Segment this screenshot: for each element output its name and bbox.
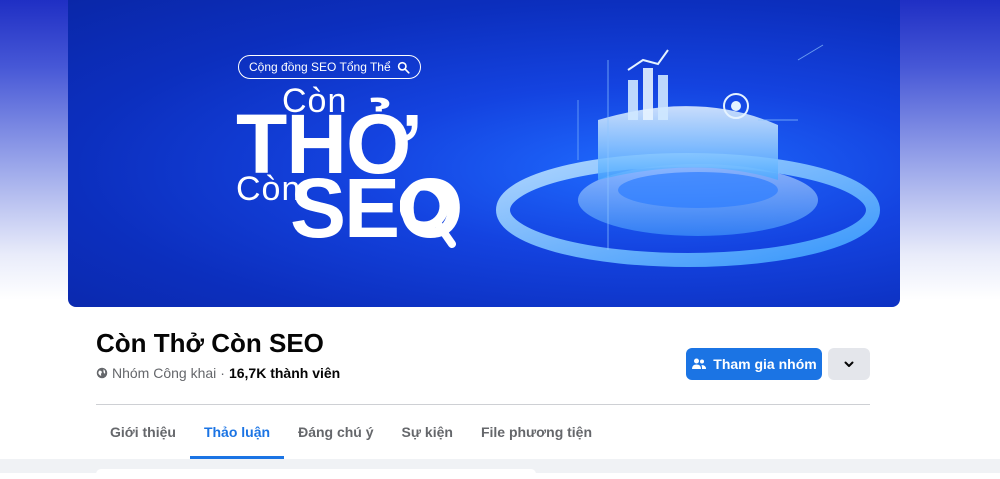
feed-area — [0, 459, 1000, 479]
more-options-button[interactable] — [828, 348, 870, 380]
group-meta: Nhóm Công khai · 16,7K thành viên — [96, 365, 340, 381]
tab-media[interactable]: File phương tiện — [467, 406, 606, 458]
tab-discussion[interactable]: Thảo luận — [189, 406, 285, 459]
seo-illustration — [496, 44, 880, 267]
cover-search-pill: Cộng đồng SEO Tổng Thể — [238, 55, 421, 79]
people-icon — [692, 358, 707, 369]
cover-pill-text: Cộng đồng SEO Tổng Thể — [249, 59, 391, 74]
tab-featured[interactable]: Đáng chú ý — [284, 406, 387, 458]
group-title[interactable]: Còn Thở Còn SEO — [96, 328, 324, 359]
feed-card — [96, 469, 536, 479]
globe-icon — [96, 367, 108, 379]
member-count[interactable]: 16,7K thành viên — [229, 365, 340, 381]
magnifier-icon — [400, 181, 456, 248]
header-divider — [96, 404, 870, 405]
tab-about[interactable]: Giới thiệu — [96, 406, 190, 458]
cover-photo[interactable]: Cộng đồng SEO Tổng Thể Còn THỞ Còn SEO — [68, 0, 900, 307]
group-tabs: Giới thiệu Thảo luận Đáng chú ý Sự kiện … — [96, 406, 606, 459]
chevron-down-icon — [844, 361, 854, 367]
meta-separator: · — [220, 365, 225, 381]
search-icon — [397, 61, 410, 74]
privacy-label[interactable]: Nhóm Công khai — [112, 365, 216, 381]
tab-events[interactable]: Sự kiện — [388, 406, 467, 458]
join-group-label: Tham gia nhóm — [713, 356, 817, 372]
join-group-button[interactable]: Tham gia nhóm — [686, 348, 822, 380]
